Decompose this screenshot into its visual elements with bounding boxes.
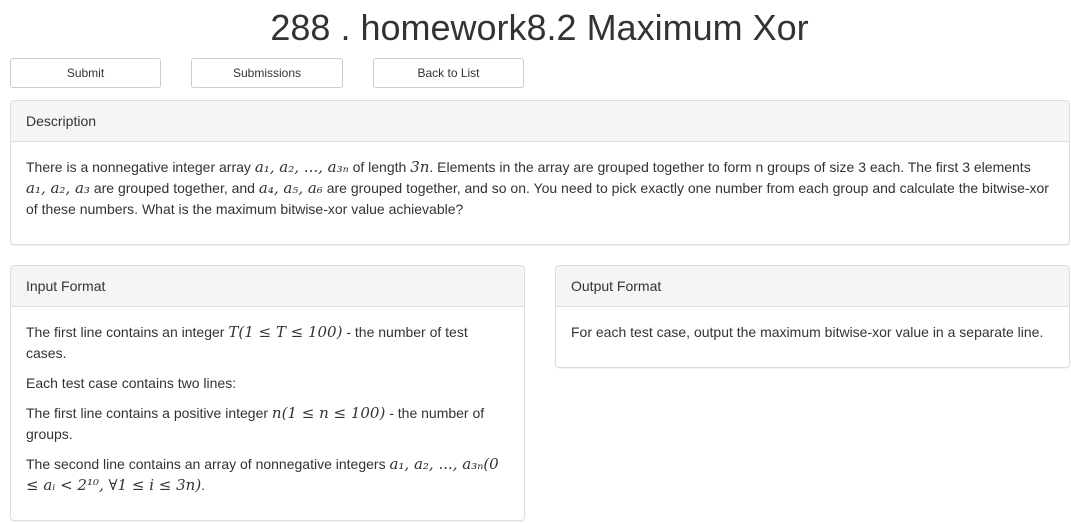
input-format-line-2: Each test case contains two lines:	[26, 375, 237, 391]
input-format-heading: Input Format	[11, 266, 524, 307]
description-text-2: of length	[348, 159, 411, 175]
description-math-length: 3n	[410, 158, 430, 176]
submit-button[interactable]: Submit	[10, 58, 161, 88]
input-format-math-n: n(1 ≤ n ≤ 100)	[271, 404, 386, 422]
input-format-line-4: The second line contains an array of non…	[26, 454, 509, 496]
input-format-body: The first line contains an integer T(1 ≤…	[11, 307, 524, 496]
input-format-line-3: The first line contains a positive integ…	[26, 403, 509, 445]
description-body: There is a nonnegative integer array a₁,…	[11, 142, 1069, 220]
input-format-text-3a: The first line contains a positive integ…	[26, 405, 272, 421]
output-format-text: For each test case, output the maximum b…	[571, 324, 1044, 340]
input-format-panel: Input Format The first line contains an …	[10, 265, 525, 521]
input-format-line-1: The first line contains an integer T(1 ≤…	[26, 322, 509, 364]
input-format-text-4b: .	[201, 477, 206, 493]
submissions-button[interactable]: Submissions	[191, 58, 343, 88]
input-format-math-t: T(1 ≤ T ≤ 100)	[228, 323, 343, 341]
page-title: 288 . homework8.2 Maximum Xor	[270, 7, 809, 48]
description-math-array: a₁, a₂, ..., a₃ₙ	[254, 158, 349, 176]
description-math-group1: a₁, a₂, a₃	[26, 179, 90, 197]
description-text-1: There is a nonnegative integer array	[26, 159, 255, 175]
description-text-3: . Elements in the array are grouped toge…	[429, 159, 1031, 175]
description-text: There is a nonnegative integer array a₁,…	[26, 157, 1054, 220]
output-format-heading: Output Format	[556, 266, 1069, 307]
description-panel: Description There is a nonnegative integ…	[10, 100, 1070, 245]
description-text-4: are grouped together, and	[89, 180, 259, 196]
input-format-text-4a: The second line contains an array of non…	[26, 456, 390, 472]
output-format-panel: Output Format For each test case, output…	[555, 265, 1070, 368]
output-format-body: For each test case, output the maximum b…	[556, 307, 1069, 343]
input-format-text-1a: The first line contains an integer	[26, 324, 229, 340]
description-heading: Description	[11, 101, 1069, 142]
back-to-list-button[interactable]: Back to List	[373, 58, 524, 88]
description-math-group2: a₄, a₅, a₆	[258, 179, 323, 197]
